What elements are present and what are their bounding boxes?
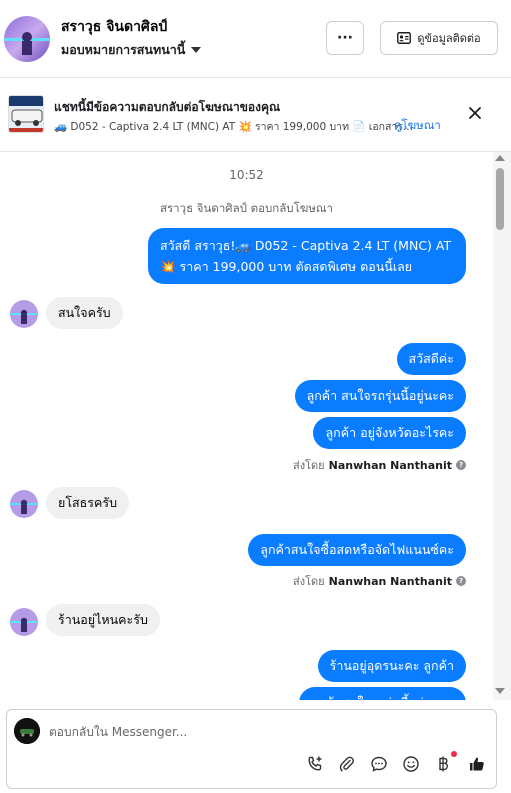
emoji-button[interactable]	[401, 754, 421, 774]
notification-dot	[451, 751, 457, 757]
message-list[interactable]: 10:52 สราวุธ จินดาศิลป์ ตอบกลับโฆษณา สวั…	[0, 152, 493, 700]
outgoing-message[interactable]: ลูกค้า อยู่จังหวัดอะไรคะ	[313, 417, 466, 449]
info-icon[interactable]: ?	[456, 576, 466, 586]
ad-reply-note: สราวุธ จินดาศิลป์ ตอบกลับโฆษณา	[159, 201, 334, 215]
sender-name: Nanwhan Nanthanit	[328, 574, 452, 588]
assign-conversation-dropdown[interactable]: มอบหมายการสนทนานี้	[61, 40, 202, 60]
attach-button[interactable]	[337, 754, 357, 774]
paperclip-icon	[339, 756, 354, 772]
more-options-button[interactable]: ···	[326, 21, 364, 55]
conversation-header: สราวุธ จินดาศิลป์ มอบหมายการสนทนานี้ ···…	[0, 0, 511, 78]
sent-by-label: ส่งโดย Nanwhan Nanthanit ?	[293, 572, 466, 590]
outgoing-message[interactable]: ลูกค้าสนใจซื้อสดหรือจัดไฟแนนซ์คะ	[248, 534, 466, 566]
incoming-message[interactable]: ยโสธรครับ	[46, 487, 130, 519]
scroll-down-arrow-icon[interactable]	[495, 688, 505, 694]
phone-plus-icon	[308, 756, 322, 771]
contact-card-icon	[397, 32, 412, 44]
saved-replies-button[interactable]	[369, 754, 389, 774]
scroll-up-arrow-icon[interactable]	[495, 155, 505, 161]
payment-button[interactable]	[433, 754, 453, 774]
outgoing-message[interactable]: สวัสดี สราวุธ!🚙 D052 - Captiva 2.4 LT (M…	[148, 228, 466, 284]
baht-icon	[439, 756, 449, 772]
thumbs-up-icon	[470, 757, 484, 771]
message-composer	[6, 709, 497, 789]
ad-banner-subtitle: 🚙 D052 - Captiva 2.4 LT (MNC) AT 💥 ราคา …	[54, 121, 413, 133]
send-like-button[interactable]	[467, 754, 487, 774]
sent-by-prefix: ส่งโดย	[293, 459, 325, 472]
caret-down-icon	[191, 47, 202, 53]
assign-label: มอบหมายการสนทนานี้	[61, 42, 186, 57]
view-contact-info-button[interactable]: ดูข้อมูลติดต่อ	[380, 21, 498, 55]
incoming-message[interactable]: สนใจครับ	[46, 297, 123, 329]
sent-by-label: ส่งโดย Nanwhan Nanthanit ?	[293, 456, 466, 474]
page-avatar	[14, 718, 40, 744]
sent-by-prefix: ส่งโดย	[293, 575, 325, 588]
contact-info-label: ดูข้อมูลติดต่อ	[417, 32, 481, 45]
outgoing-message[interactable]: สวัสดีค่ะ	[396, 343, 466, 375]
info-icon[interactable]: ?	[456, 460, 466, 470]
outgoing-message[interactable]: ลูกค้าสนใจรถรุ่นนี้อยู่นะคะ	[298, 687, 466, 700]
outgoing-message[interactable]: ลูกค้า สนใจรถรุ่นนี้อยู่นะคะ	[294, 380, 466, 412]
contact-avatar-small	[10, 490, 38, 518]
emoji-icon	[403, 756, 419, 772]
close-icon[interactable]	[466, 104, 484, 122]
view-ad-link[interactable]: ดูโฆษณา	[394, 117, 441, 135]
chat-bubble-icon	[371, 756, 387, 772]
ad-banner-title: แชทนี้มีข้อความตอบกลับต่อโฆษณาของคุณ	[54, 100, 281, 114]
sender-name: Nanwhan Nanthanit	[328, 458, 452, 472]
outgoing-message[interactable]: ร้านอยู่อุดรนะคะ ลูกค้า	[317, 650, 466, 682]
contact-avatar[interactable]	[4, 16, 50, 62]
contact-name[interactable]: สราวุธ จินดาศิลป์	[61, 16, 167, 38]
message-scrollbar[interactable]	[493, 152, 511, 700]
ad-reply-banner: แชทนี้มีข้อความตอบกลับต่อโฆษณาของคุณ 🚙 D…	[0, 78, 511, 152]
contact-avatar-small	[10, 300, 38, 328]
call-add-button[interactable]	[305, 754, 325, 774]
scrollbar-thumb[interactable]	[496, 168, 504, 230]
reply-input[interactable]	[49, 722, 469, 742]
incoming-message[interactable]: ร้านอยู่ไหนคะรับ	[46, 604, 160, 636]
contact-avatar-small	[10, 608, 38, 636]
message-timestamp: 10:52	[229, 168, 264, 182]
ad-thumbnail[interactable]	[8, 95, 44, 133]
